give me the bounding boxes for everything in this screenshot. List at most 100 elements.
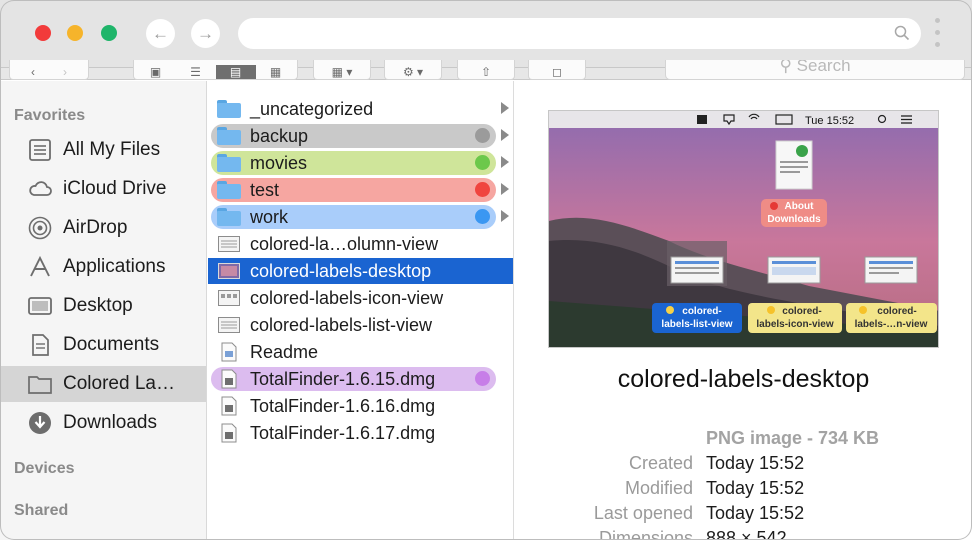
- column-view-icon: ▤: [215, 65, 256, 79]
- info-key: Created: [628, 453, 693, 473]
- back-forward-segment[interactable]: ‹ ›: [9, 60, 89, 80]
- sidebar-item-all-my-files[interactable]: All My Files: [0, 132, 206, 168]
- sidebar-item-label: Downloads: [63, 412, 157, 433]
- address-bar[interactable]: [238, 18, 921, 49]
- info-value: Today 15:52: [706, 453, 805, 473]
- chevron-right-icon: ›: [63, 65, 67, 79]
- blue-tag-dot: [475, 209, 490, 224]
- info-key: Last opened: [593, 503, 693, 523]
- file-row-test[interactable]: test: [208, 177, 513, 203]
- file-row-icon-view-png[interactable]: colored-labels-icon-view: [208, 285, 513, 311]
- disclosure-arrow-icon: [501, 102, 509, 114]
- file-name: TotalFinder-1.6.16.dmg: [250, 395, 436, 416]
- folder-icon: [217, 207, 241, 227]
- sidebar-item-downloads[interactable]: Downloads: [0, 405, 206, 441]
- disk-image-icon: [217, 369, 241, 389]
- arrange-button[interactable]: ▦ ▾: [313, 60, 371, 80]
- finder-search-field[interactable]: ⚲ Search: [665, 60, 965, 80]
- file-row-desktop-png[interactable]: colored-labels-desktop: [208, 258, 513, 284]
- disclosure-arrow-icon: [501, 156, 509, 168]
- file-row-work[interactable]: work: [208, 204, 513, 230]
- search-placeholder: Search: [796, 60, 851, 75]
- info-key: Dimensions: [598, 528, 693, 540]
- file-name: backup: [250, 125, 309, 146]
- image-file-icon: [217, 315, 241, 335]
- disclosure-arrow-icon: [501, 129, 509, 141]
- folder-icon: [26, 370, 54, 398]
- tag-icon: ◻: [552, 65, 562, 79]
- about-downloads-label-2: Downloads: [767, 214, 821, 225]
- favorites-heading: Favorites: [14, 107, 86, 124]
- disk-image-icon: [217, 423, 241, 443]
- browser-toolbar: ← →: [0, 0, 972, 68]
- file-name: colored-labels-list-view: [250, 314, 433, 335]
- disclosure-arrow-icon: [501, 210, 509, 222]
- preview-thumbnail[interactable]: Tue 15:52 About Downloads colored- label…: [548, 110, 939, 348]
- file-kind-size: PNG image - 734 KB: [706, 428, 880, 448]
- tags-button[interactable]: ◻: [528, 60, 586, 80]
- file-name: colored-labels-icon-view: [250, 287, 444, 308]
- sidebar-item-icloud-drive[interactable]: iCloud Drive: [0, 171, 206, 207]
- icon-view-icon: ▣: [149, 65, 162, 79]
- list-view-icon: ☰: [190, 65, 201, 79]
- desktop-icon: [26, 292, 54, 320]
- file-row-list-view-png[interactable]: colored-labels-list-view: [208, 312, 513, 338]
- file-name: movies: [250, 152, 308, 173]
- image-file-icon: [217, 288, 241, 308]
- thumb-label-3b: labels-…n-view: [855, 319, 928, 330]
- zoom-window-button[interactable]: [101, 25, 117, 41]
- info-row-last-opened: Last opened Today 15:52: [515, 503, 972, 527]
- folder-icon: [217, 126, 241, 146]
- sidebar-item-label: Applications: [63, 256, 166, 277]
- file-row-totalfinder-1-6-15[interactable]: TotalFinder-1.6.15.dmg: [208, 366, 513, 392]
- sidebar-item-desktop[interactable]: Desktop: [0, 288, 206, 324]
- thumb-label-2a: colored-: [782, 306, 821, 317]
- chevron-left-icon: ‹: [31, 65, 35, 79]
- sidebar-item-colored-labels[interactable]: Colored La…: [0, 366, 206, 402]
- file-row-uncategorized[interactable]: _uncategorized: [208, 96, 513, 122]
- share-icon: ⇧: [480, 65, 492, 79]
- sidebar-item-airdrop[interactable]: AirDrop: [0, 210, 206, 246]
- info-key: Modified: [624, 478, 693, 498]
- file-row-totalfinder-1-6-16[interactable]: TotalFinder-1.6.16.dmg: [208, 393, 513, 419]
- file-name: TotalFinder-1.6.17.dmg: [250, 422, 436, 443]
- file-row-readme[interactable]: Readme: [208, 339, 513, 365]
- sidebar-item-applications[interactable]: Applications: [0, 249, 206, 285]
- about-downloads-label-1: About: [785, 201, 815, 212]
- gear-icon: ⚙ ▾: [402, 65, 424, 79]
- share-button[interactable]: ⇧: [457, 60, 515, 80]
- file-name: colored-la…olumn-view: [250, 233, 439, 254]
- info-row-dimensions: Dimensions 888 × 542: [515, 528, 972, 540]
- sidebar-item-label: All My Files: [63, 139, 161, 160]
- gray-tag-dot: [475, 128, 490, 143]
- sidebar-item-documents[interactable]: Documents: [0, 327, 206, 363]
- minimize-window-button[interactable]: [67, 25, 83, 41]
- cover-flow-icon: ▦: [269, 65, 282, 79]
- sidebar-item-label: Documents: [63, 334, 160, 355]
- action-button[interactable]: ⚙ ▾: [384, 60, 442, 80]
- file-row-column-view-png[interactable]: colored-la…olumn-view: [208, 231, 513, 257]
- arrow-right-icon: →: [197, 23, 214, 43]
- download-icon: [26, 409, 54, 437]
- green-tag-dot: [475, 155, 490, 170]
- disclosure-arrow-icon: [501, 183, 509, 195]
- file-row-backup[interactable]: backup: [208, 123, 513, 149]
- search-icon: ⚲: [779, 60, 792, 75]
- thumb-label-1a: colored-: [682, 306, 721, 317]
- preview-pane: Tue 15:52 About Downloads colored- label…: [515, 81, 972, 540]
- file-row-movies[interactable]: movies: [208, 150, 513, 176]
- file-name: Readme: [250, 341, 319, 362]
- info-value: 888 × 542: [706, 528, 787, 540]
- disk-image-icon: [217, 396, 241, 416]
- view-mode-segment[interactable]: ▣ ☰ ▤ ▦: [133, 60, 298, 80]
- kebab-menu-icon[interactable]: [935, 18, 941, 50]
- arrange-icon: ▦ ▾: [331, 65, 353, 79]
- file-row-totalfinder-1-6-17[interactable]: TotalFinder-1.6.17.dmg: [208, 420, 513, 446]
- finder-sidebar: Favorites All My Files iCloud Drive AirD…: [0, 81, 207, 540]
- forward-button[interactable]: →: [191, 19, 220, 48]
- all-files-icon: [26, 136, 54, 164]
- shared-heading: Shared: [14, 502, 69, 519]
- back-button[interactable]: ←: [146, 19, 175, 48]
- close-window-button[interactable]: [35, 25, 51, 41]
- image-file-icon: [217, 234, 241, 254]
